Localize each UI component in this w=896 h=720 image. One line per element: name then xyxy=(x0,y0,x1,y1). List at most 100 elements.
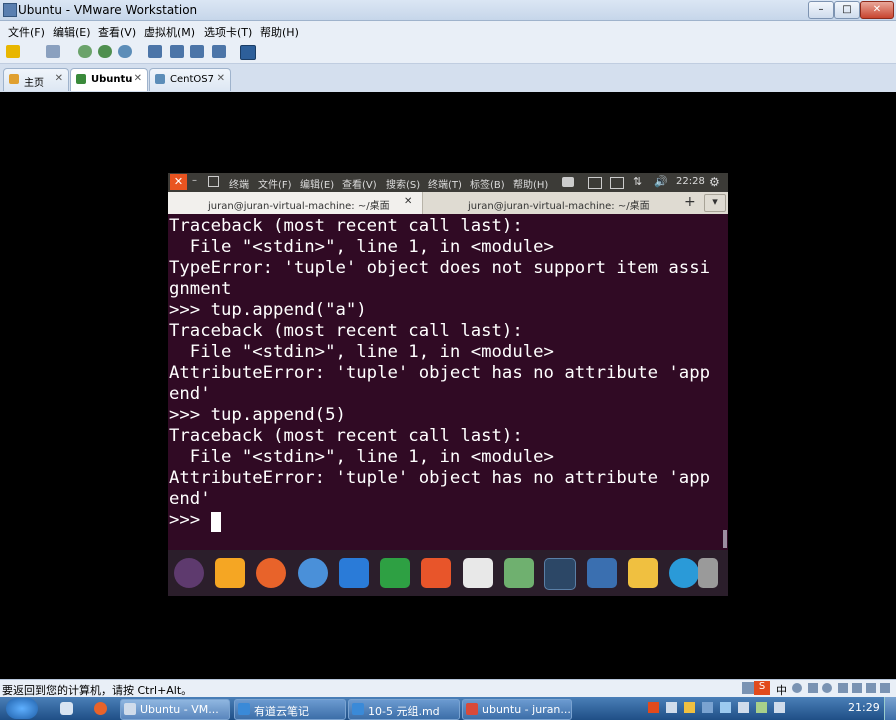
ime-mode[interactable]: 中 xyxy=(776,682,787,698)
dock-impress-icon[interactable] xyxy=(421,558,451,588)
gear-icon[interactable]: ⚙ xyxy=(709,175,720,189)
network-icon[interactable]: ⇅ xyxy=(633,175,642,188)
terminal-scrollbar[interactable] xyxy=(723,530,727,548)
menu-view[interactable]: 查看(V) xyxy=(98,24,136,40)
unity-icon[interactable] xyxy=(212,45,226,58)
tab-centos7[interactable]: CentOS7 ✕ xyxy=(149,68,231,91)
menu-file[interactable]: 文件(F) xyxy=(8,24,45,40)
home-icon xyxy=(9,74,19,84)
terminal-prompt: >>> xyxy=(169,510,211,530)
snapshot-icon[interactable] xyxy=(78,45,92,58)
fullscreen-toggle-icon[interactable] xyxy=(880,683,890,693)
taskbar-item-youdao[interactable]: 有道云笔记 xyxy=(234,699,346,720)
terminal-line: end' xyxy=(169,489,211,509)
window-minimize-icon[interactable]: – xyxy=(192,175,197,186)
hard-disk-icon[interactable] xyxy=(742,682,754,694)
close-button[interactable]: ✕ xyxy=(860,1,894,19)
network-status-icon[interactable] xyxy=(792,683,802,693)
window-maximize-icon[interactable] xyxy=(208,176,219,187)
snapshot-manager-icon[interactable] xyxy=(118,45,132,58)
tray-network-icon[interactable] xyxy=(756,702,767,713)
panel-menu-edit[interactable]: 编辑(E) xyxy=(300,176,334,191)
usb-icon[interactable] xyxy=(808,683,818,693)
input-method-icon[interactable] xyxy=(610,177,624,189)
tab-close-icon[interactable]: ✕ xyxy=(134,73,142,84)
terminal-tab-2[interactable]: juran@juran-virtual-machine: ~/桌面 xyxy=(424,192,672,214)
window-close-icon[interactable]: ✕ xyxy=(170,174,187,190)
terminal-line: gnment xyxy=(169,279,232,299)
keyboard-icon[interactable] xyxy=(588,177,602,189)
console-view-icon[interactable] xyxy=(240,45,256,60)
dock-system-settings-icon[interactable] xyxy=(504,558,534,588)
dock-dvd-icon[interactable] xyxy=(669,558,699,588)
dock-calc-icon[interactable] xyxy=(380,558,410,588)
dock-workspace-switcher-icon[interactable] xyxy=(587,558,617,588)
minimize-button[interactable]: – xyxy=(808,1,834,19)
panel-menu-search[interactable]: 搜索(S) xyxy=(386,176,420,191)
terminal-tab-1[interactable]: juran@juran-virtual-machine: ~/桌面 ✕ xyxy=(168,192,423,214)
dock-terminal-icon[interactable] xyxy=(544,558,576,590)
panel-menu-file[interactable]: 文件(F) xyxy=(258,176,292,191)
new-tab-icon[interactable]: + xyxy=(684,194,696,210)
send-ctrl-alt-del-icon[interactable] xyxy=(46,45,60,58)
pause-icon[interactable] xyxy=(6,45,20,58)
dock-files-icon[interactable] xyxy=(215,558,245,588)
dock-writer-icon[interactable] xyxy=(339,558,369,588)
vmware-quicklaunch-icon[interactable] xyxy=(60,702,73,715)
tray-sogou-icon[interactable] xyxy=(648,702,659,713)
menu-tabs[interactable]: 选项卡(T) xyxy=(204,24,252,40)
taskbar-item-vmware[interactable]: Ubuntu - VM... xyxy=(120,699,230,720)
tray-volume-icon[interactable] xyxy=(774,702,785,713)
tab-home[interactable]: 主页 ✕ xyxy=(3,68,69,91)
firefox-quicklaunch-icon[interactable] xyxy=(94,702,107,715)
tray-app-icon[interactable] xyxy=(684,702,695,713)
dock-chromium-icon[interactable] xyxy=(298,558,328,588)
title-bar: Ubuntu - VMware Workstation – □ ✕ xyxy=(0,0,896,21)
show-library-icon[interactable] xyxy=(148,45,162,58)
show-desktop-button[interactable] xyxy=(884,697,896,720)
download-indicator-icon[interactable] xyxy=(562,177,574,187)
status-hint: 要返回到您的计算机，请按 Ctrl+Alt。 xyxy=(2,684,193,697)
system-clock[interactable]: 21:29 xyxy=(848,701,880,714)
panel-menu-tabs[interactable]: 标签(B) xyxy=(470,176,505,191)
dock-firefox-icon[interactable] xyxy=(256,558,286,588)
tray-app-icon[interactable] xyxy=(720,702,731,713)
taskbar-item-markdown[interactable]: 10-5 元组.md xyxy=(348,699,460,720)
thumbnail-icon[interactable] xyxy=(170,45,184,58)
panel-menu-help[interactable]: 帮助(H) xyxy=(513,176,548,191)
windows-taskbar: Ubuntu - VM... 有道云笔记 10-5 元组.md ubuntu -… xyxy=(0,697,896,720)
tray-app-icon[interactable] xyxy=(738,702,749,713)
maximize-button[interactable]: □ xyxy=(834,1,860,19)
tab-close-icon[interactable]: ✕ xyxy=(217,73,225,84)
panel-menu-terminal[interactable]: 终端(T) xyxy=(428,176,462,191)
menu-edit[interactable]: 编辑(E) xyxy=(53,24,91,40)
revert-snapshot-icon[interactable] xyxy=(98,45,112,58)
tab-ubuntu[interactable]: Ubuntu ✕ xyxy=(70,68,148,91)
tray-app-icon[interactable] xyxy=(702,702,713,713)
fullscreen-icon[interactable] xyxy=(190,45,204,58)
vm-icon xyxy=(155,74,165,84)
sound-icon[interactable] xyxy=(822,683,832,693)
tab-list-icon[interactable]: ▾ xyxy=(704,194,726,212)
dock-save-icon[interactable] xyxy=(628,558,658,588)
dock-software-center-icon[interactable] xyxy=(463,558,493,588)
tab-close-icon[interactable]: ✕ xyxy=(55,73,63,84)
display-icon[interactable] xyxy=(852,683,862,693)
sogou-icon[interactable]: S xyxy=(754,681,770,695)
taskbar-item-ubuntu-vm[interactable]: ubuntu - juran... xyxy=(462,699,572,720)
panel-clock[interactable]: 22:28 xyxy=(676,176,705,187)
menu-vm[interactable]: 虚拟机(M) xyxy=(144,24,195,40)
message-icon[interactable] xyxy=(866,683,876,693)
menu-help[interactable]: 帮助(H) xyxy=(260,24,299,40)
dock-trash-icon[interactable] xyxy=(698,558,718,588)
panel-menu-view[interactable]: 查看(V) xyxy=(342,176,377,191)
tray-app-icon[interactable] xyxy=(666,702,677,713)
start-button[interactable] xyxy=(6,698,38,719)
printer-icon[interactable] xyxy=(838,683,848,693)
terminal-line: TypeError: 'tuple' object does not suppo… xyxy=(169,258,711,278)
dock-ubuntu-logo-icon[interactable] xyxy=(174,558,204,588)
volume-icon[interactable]: 🔊 xyxy=(654,175,668,188)
terminal-output[interactable]: Traceback (most recent call last): File … xyxy=(168,214,728,550)
terminal-tab-close-icon[interactable]: ✕ xyxy=(404,196,412,207)
tab-label: CentOS7 xyxy=(170,74,214,85)
